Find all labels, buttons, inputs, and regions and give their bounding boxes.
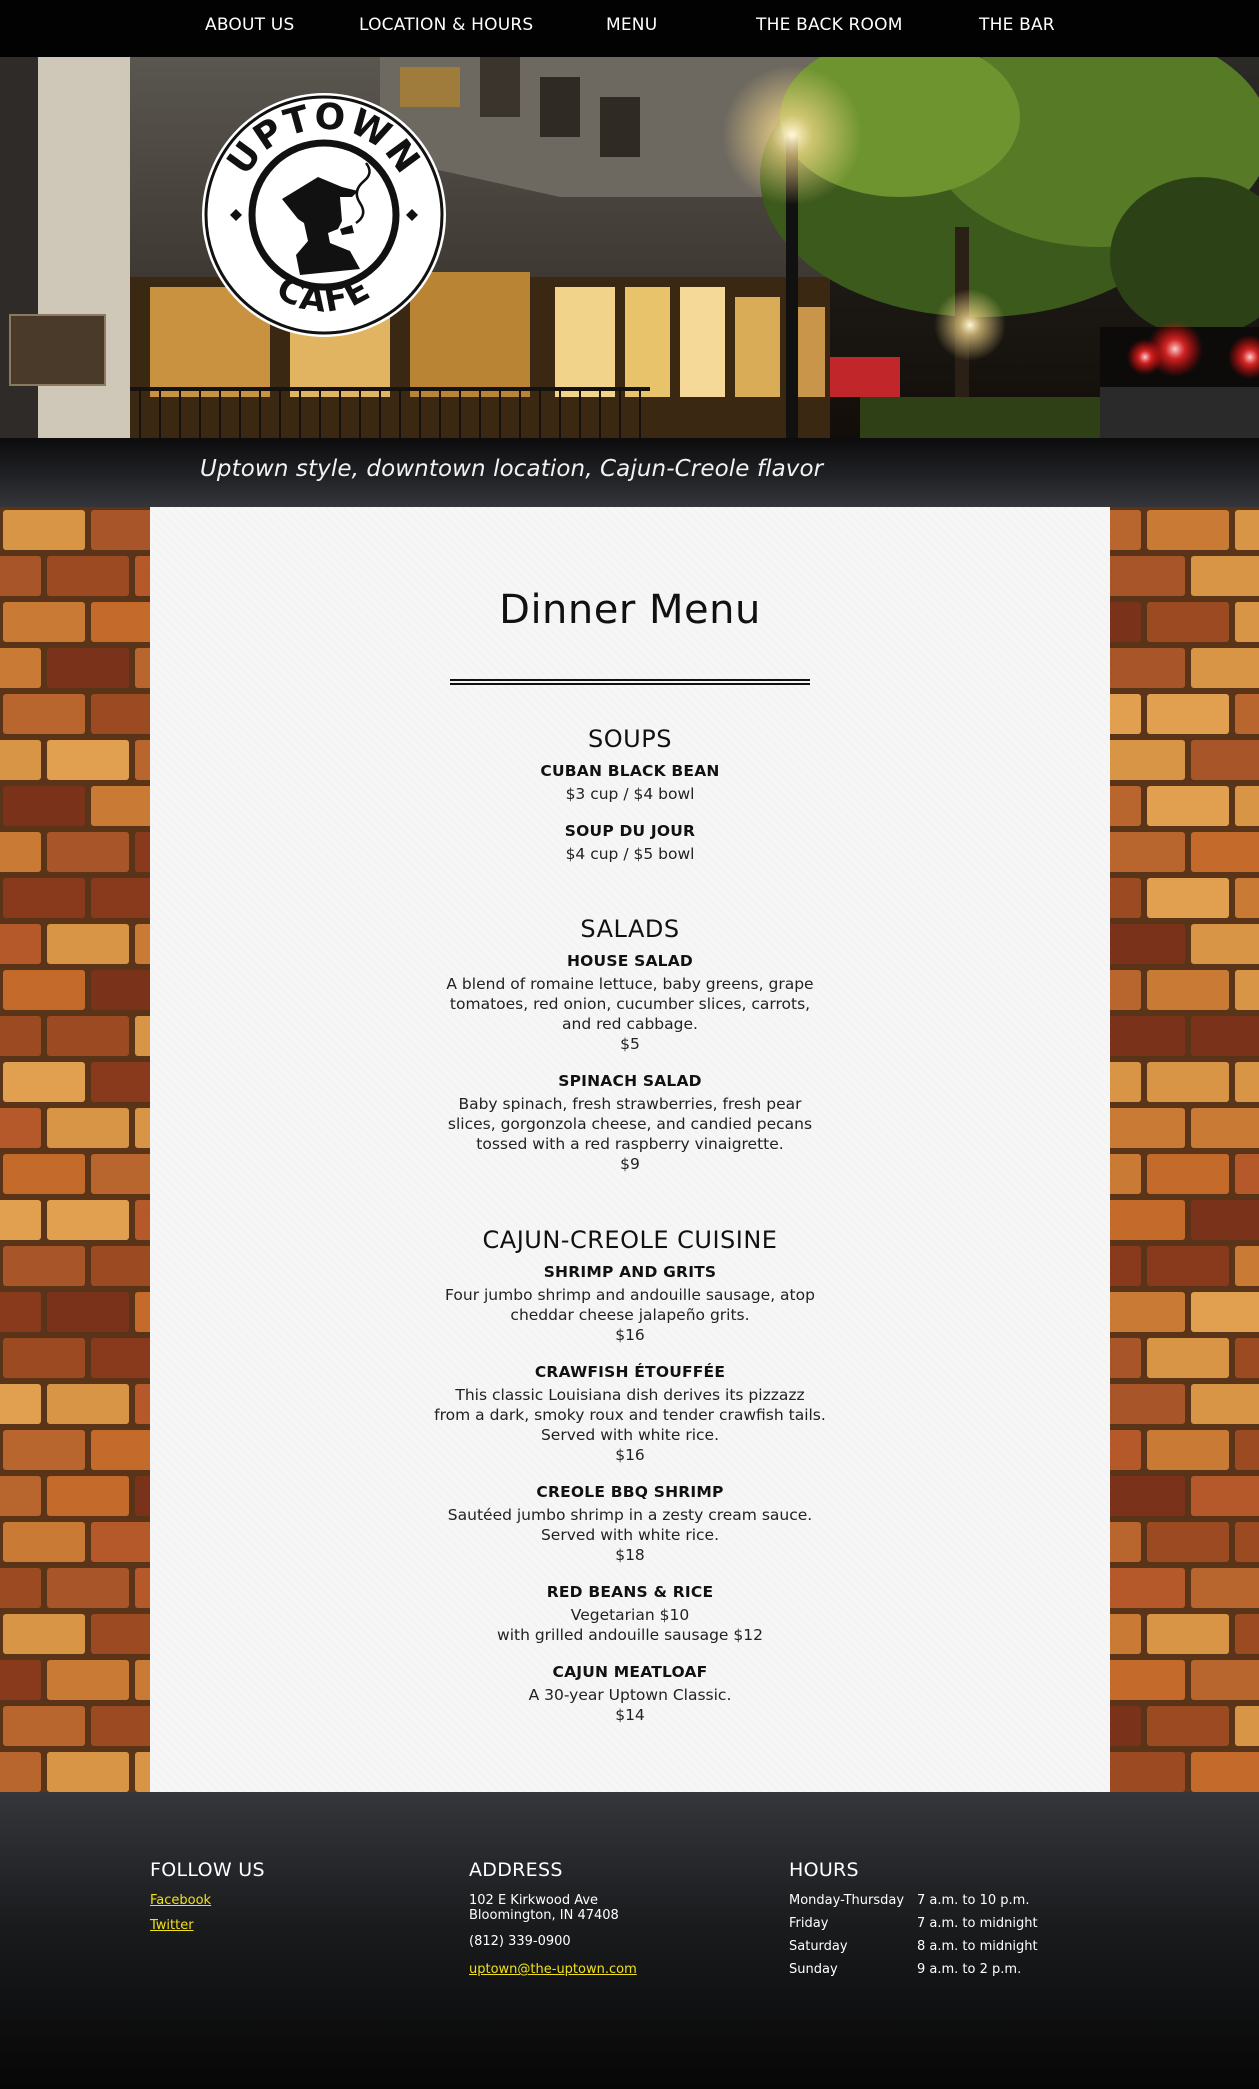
nav-about-us[interactable]: ABOUT US (205, 15, 294, 35)
nav-back-room[interactable]: THE BACK ROOM (756, 15, 903, 35)
menu-item-text: $3 cup / $4 bowl (565, 785, 695, 803)
menu-item-text: from a dark, smoky roux and tender crawf… (434, 1406, 826, 1424)
hours-list: Monday-Thursday 7 a.m. to 10 p.m. Friday… (789, 1893, 1038, 1985)
menu-item-name: HOUSE SALAD (567, 952, 693, 970)
footer-follow: FOLLOW US Facebook Twitter (150, 1859, 265, 1933)
menu-item-text: $16 (615, 1446, 645, 1464)
menu-item-text: and red cabbage. (562, 1015, 698, 1033)
hours-row: Saturday 8 a.m. to midnight (789, 1939, 1038, 1962)
menu-item-name: SPINACH SALAD (558, 1072, 702, 1090)
address-street: 102 E Kirkwood Ave (469, 1893, 599, 1908)
follow-heading: FOLLOW US (150, 1859, 265, 1881)
menu-item-name: CRAWFISH ÉTOUFFÉE (534, 1363, 726, 1381)
hours-time: 8 a.m. to midnight (917, 1939, 1038, 1954)
street-scene-photo (0, 57, 1259, 438)
nav-location-hours[interactable]: LOCATION & HOURS (359, 15, 533, 35)
hours-day: Friday (789, 1916, 829, 1931)
hero-banner: UPTOWN CAFE (0, 57, 1259, 438)
menu-item-text: This classic Louisiana dish derives its … (455, 1386, 805, 1404)
menu-item-text: Served with white rice. (540, 1526, 720, 1544)
address-heading: ADDRESS (469, 1859, 563, 1881)
tagline-band: Uptown style, downtown location, Cajun-C… (0, 438, 1259, 507)
hours-time: 7 a.m. to midnight (917, 1916, 1038, 1931)
menu-item-text: A 30-year Uptown Classic. (528, 1686, 732, 1704)
menu-item-name: CUBAN BLACK BEAN (540, 762, 720, 780)
menu-item-name: SOUP DU JOUR (564, 822, 696, 840)
uptown-cafe-logo[interactable]: UPTOWN CAFE (200, 91, 448, 339)
menu-item-text: $5 (620, 1035, 640, 1053)
menu-item-text: slices, gorgonzola cheese, and candied p… (447, 1115, 813, 1133)
menu-item-name: CREOLE BBQ SHRIMP (536, 1483, 724, 1501)
address-city: Bloomington, IN 47408 (469, 1908, 619, 1923)
menu-item-text: Sautéed jumbo shrimp in a zesty cream sa… (447, 1506, 813, 1524)
facebook-link[interactable]: Facebook (150, 1893, 265, 1908)
section-heading: SALADS (580, 915, 680, 943)
tagline: Uptown style, downtown location, Cajun-C… (200, 456, 824, 482)
menu-item-text: with grilled andouille sausage $12 (497, 1626, 763, 1644)
menu-panel: Dinner Menu SOUPS CUBAN BLACK BEAN $3 cup … (150, 507, 1110, 1792)
menu-item-text: cheddar cheese jalapeño grits. (510, 1306, 750, 1324)
menu-item-text: tomatoes, red onion, cucumber slices, ca… (449, 995, 811, 1013)
hours-time: 7 a.m. to 10 p.m. (917, 1893, 1030, 1908)
menu-item-text: Baby spinach, fresh strawberries, fresh … (458, 1095, 802, 1113)
nav-menu[interactable]: MENU (606, 15, 657, 35)
menu-item-text: Four jumbo shrimp and andouille sausage,… (445, 1286, 815, 1304)
hours-time: 9 a.m. to 2 p.m. (917, 1962, 1022, 1977)
top-navigation: ABOUT US LOCATION & HOURS MENU THE BACK … (0, 0, 1259, 57)
section-heading: CAJUN-CREOLE CUISINE (482, 1226, 778, 1254)
hours-day: Saturday (789, 1939, 848, 1954)
hours-day: Monday-Thursday (789, 1893, 905, 1908)
hours-heading: HOURS (789, 1859, 859, 1881)
footer-address: ADDRESS 102 E Kirkwood Ave Bloomington, … (469, 1859, 637, 1977)
menu-item-text: A blend of romaine lettuce, baby greens,… (446, 975, 814, 993)
main-content: Dinner Menu SOUPS CUBAN BLACK BEAN $3 cup … (0, 507, 1259, 1792)
nav-the-bar[interactable]: THE BAR (979, 15, 1055, 35)
hours-row: Friday 7 a.m. to midnight (789, 1916, 1038, 1939)
footer-hours: HOURS Monday-Thursday 7 a.m. to 10 p.m. … (789, 1859, 1038, 1985)
phone-number: (812) 339-0900 (469, 1934, 571, 1949)
hours-row: Sunday 9 a.m. to 2 p.m. (789, 1962, 1038, 1985)
hours-row: Monday-Thursday 7 a.m. to 10 p.m. (789, 1893, 1038, 1916)
twitter-link[interactable]: Twitter (150, 1918, 265, 1933)
menu-item-text: Served with white rice. (540, 1426, 720, 1444)
menu-item-name: CAJUN MEATLOAF (552, 1663, 708, 1681)
email-link[interactable]: uptown@the-uptown.com (469, 1962, 637, 1977)
menu-item-text: $9 (620, 1155, 640, 1173)
page-title: Dinner Menu (499, 587, 761, 633)
menu-item-text: Vegetarian $10 (570, 1606, 690, 1624)
menu-item-text: $18 (615, 1546, 645, 1564)
hours-day: Sunday (789, 1962, 838, 1977)
title-divider (450, 679, 810, 685)
section-heading: SOUPS (588, 725, 672, 753)
menu-item-text: $14 (615, 1706, 645, 1724)
menu-item-name: SHRIMP AND GRITS (543, 1263, 717, 1281)
menu-item-name: RED BEANS & RICE (546, 1583, 714, 1601)
menu-item-text: tossed with a red raspberry vinaigrette. (476, 1135, 784, 1153)
footer: FOLLOW US Facebook Twitter ADDRESS 102 E… (0, 1792, 1259, 2089)
menu-item-text: $4 cup / $5 bowl (565, 845, 695, 863)
menu-item-text: $16 (615, 1326, 645, 1344)
